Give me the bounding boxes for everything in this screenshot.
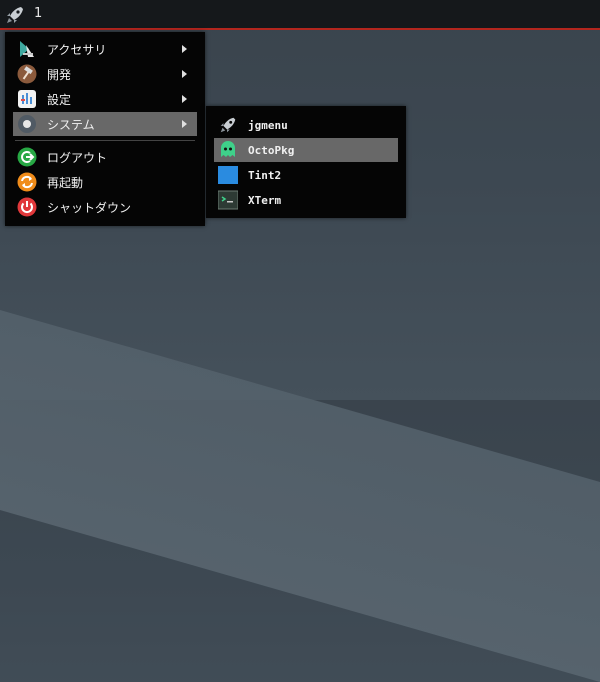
- submenu-item-label: XTerm: [248, 193, 282, 207]
- menu-item-label: 再起動: [47, 175, 84, 190]
- chevron-right-icon: [182, 95, 187, 103]
- main-menu: アクセサリ 開発 設定 システム ログアウト 再起動 シャットダウン: [5, 32, 205, 226]
- menu-item-label: シャットダウン: [47, 200, 132, 215]
- menu-item-label: システム: [47, 117, 95, 132]
- submenu-item-xterm[interactable]: XTerm: [214, 188, 398, 212]
- menu-item-system[interactable]: システム: [13, 112, 197, 136]
- submenu-item-label: jgmenu: [248, 118, 288, 132]
- terminal-icon: [218, 190, 238, 210]
- logout-icon: [17, 147, 37, 167]
- menu-item-label: 設定: [47, 92, 72, 107]
- menu-separator: [15, 140, 195, 141]
- reboot-icon: [17, 172, 37, 192]
- rocket-icon[interactable]: [4, 4, 26, 26]
- octopus-icon: [218, 140, 238, 160]
- menu-item-label: 開発: [47, 67, 72, 82]
- system-submenu: jgmenu OctoPkg Tint2 XTerm: [206, 106, 406, 218]
- settings-icon: [17, 89, 37, 109]
- menu-item-settings[interactable]: 設定: [13, 87, 197, 111]
- menu-item-label: アクセサリ: [47, 42, 107, 57]
- menu-item-accessories[interactable]: アクセサリ: [13, 37, 197, 61]
- menu-item-development[interactable]: 開発: [13, 62, 197, 86]
- workspace-indicator[interactable]: 1: [34, 6, 42, 21]
- menu-item-label: ログアウト: [47, 150, 108, 165]
- desktop-wallpaper-plane: [0, 310, 600, 682]
- menu-item-logout[interactable]: ログアウト: [13, 145, 197, 169]
- top-panel: 1: [0, 0, 600, 30]
- accessories-icon: [17, 39, 37, 59]
- submenu-item-tint2[interactable]: Tint2: [214, 163, 398, 187]
- menu-item-shutdown[interactable]: シャットダウン: [13, 195, 197, 219]
- submenu-item-octopkg[interactable]: OctoPkg: [214, 138, 398, 162]
- submenu-item-jgmenu[interactable]: jgmenu: [214, 113, 398, 137]
- power-icon: [17, 197, 37, 217]
- hammer-icon: [17, 64, 37, 84]
- menu-item-reboot[interactable]: 再起動: [13, 170, 197, 194]
- chevron-right-icon: [182, 120, 187, 128]
- chevron-right-icon: [182, 45, 187, 53]
- submenu-item-label: Tint2: [248, 168, 282, 182]
- system-icon: [17, 114, 37, 134]
- submenu-item-label: OctoPkg: [248, 143, 295, 157]
- rocket-icon: [218, 115, 238, 135]
- chevron-right-icon: [182, 70, 187, 78]
- panel-icon: [218, 165, 238, 185]
